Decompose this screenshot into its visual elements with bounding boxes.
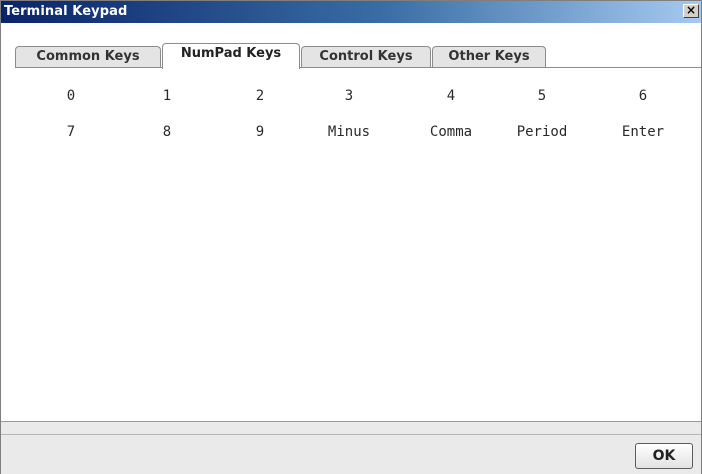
tab-divider <box>15 67 701 68</box>
key-5[interactable]: 5 <box>497 85 587 107</box>
footer-divider <box>1 434 701 435</box>
key-4[interactable]: 4 <box>406 85 496 107</box>
key-6[interactable]: 6 <box>598 85 688 107</box>
title-bar[interactable]: Terminal Keypad × <box>1 1 701 23</box>
key-0[interactable]: 0 <box>26 85 116 107</box>
key-9[interactable]: 9 <box>215 121 305 143</box>
key-comma[interactable]: Comma <box>406 121 496 143</box>
key-period[interactable]: Period <box>497 121 587 143</box>
terminal-keypad-window: Terminal Keypad × Common Keys NumPad Key… <box>0 0 702 474</box>
numpad-keys-panel: 0 1 2 3 4 5 6 7 8 9 Minus Comma Period E… <box>1 71 701 421</box>
key-7[interactable]: 7 <box>26 121 116 143</box>
close-button[interactable]: × <box>683 4 699 18</box>
key-8[interactable]: 8 <box>122 121 212 143</box>
key-minus[interactable]: Minus <box>304 121 394 143</box>
button-bar: OK <box>1 421 701 474</box>
key-enter[interactable]: Enter <box>598 121 688 143</box>
window-title: Terminal Keypad <box>4 4 128 19</box>
key-3[interactable]: 3 <box>304 85 394 107</box>
tab-strip: Common Keys NumPad Keys Control Keys Oth… <box>1 23 701 71</box>
tab-control-keys[interactable]: Control Keys <box>301 46 431 68</box>
tab-other-keys[interactable]: Other Keys <box>432 46 546 68</box>
tab-numpad-keys[interactable]: NumPad Keys <box>162 43 300 69</box>
close-icon: × <box>685 3 697 17</box>
tab-common-keys[interactable]: Common Keys <box>15 46 161 68</box>
key-1[interactable]: 1 <box>122 85 212 107</box>
key-2[interactable]: 2 <box>215 85 305 107</box>
ok-button[interactable]: OK <box>635 443 693 469</box>
